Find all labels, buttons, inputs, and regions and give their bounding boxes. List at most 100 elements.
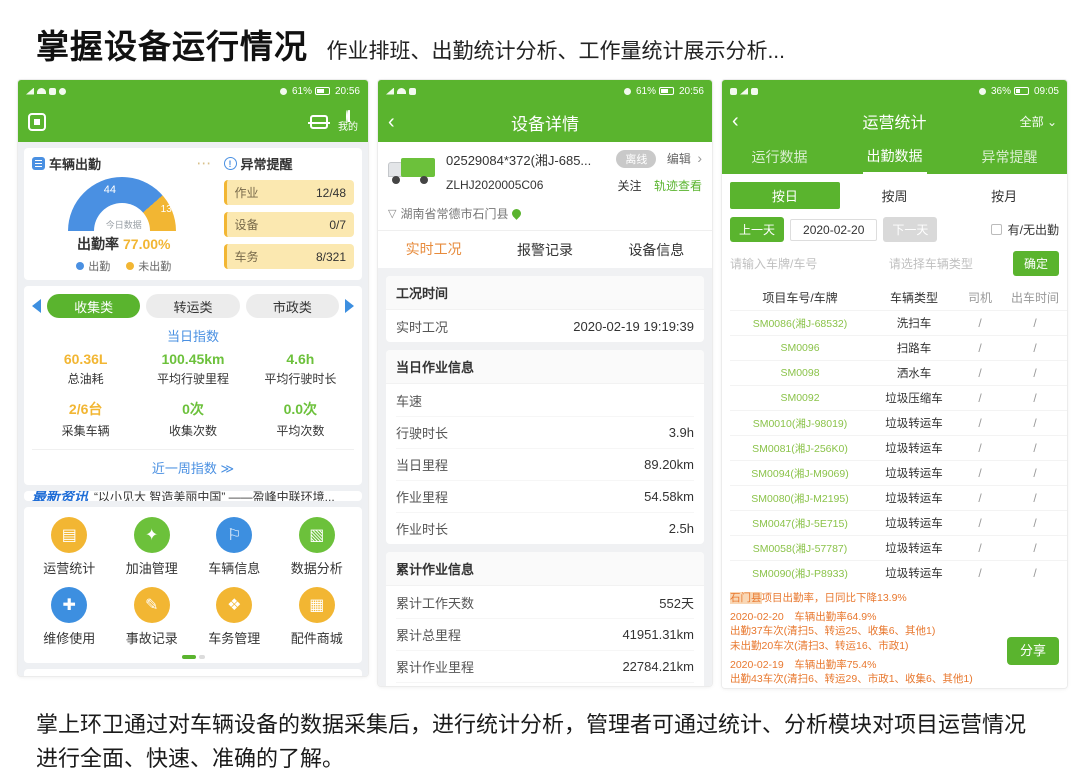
summary-line: 未出勤20车次(清扫3、转运16、市政1) bbox=[730, 639, 995, 654]
follow-button[interactable]: 关注 bbox=[618, 177, 642, 194]
edit-button[interactable]: 编辑 bbox=[667, 152, 691, 166]
vehicle-id-link[interactable]: SM0096 bbox=[730, 342, 870, 354]
phone-operation-stats: 36% 09:05 运营统计 ‹ 全部 ⌄ 运行数据 出勤数据 异常提醒 按日 … bbox=[722, 80, 1067, 688]
status-time: 09:05 bbox=[1034, 86, 1059, 97]
vehicle-id-link[interactable]: SM0090(湘J-P8933) bbox=[730, 566, 870, 581]
back-icon[interactable]: ‹ bbox=[388, 112, 395, 132]
device-location: 湖南省常德市石门县 bbox=[400, 205, 508, 222]
tab-transfer[interactable]: 转运类 bbox=[146, 294, 239, 318]
tab-realtime-status[interactable]: 实时工况 bbox=[378, 231, 489, 268]
offline-badge: 离线 bbox=[616, 150, 656, 168]
chevron-right-icon[interactable]: › bbox=[697, 150, 702, 166]
status-bar: 61% 20:56 bbox=[378, 80, 712, 102]
notice-title: 车辆信息审核 bbox=[66, 675, 237, 676]
tab-municipal[interactable]: 市政类 bbox=[246, 294, 339, 318]
device-actions: 离线 编辑 › 关注 轨迹查看 bbox=[616, 150, 702, 195]
detail-row: 实时工况2020-02-19 19:19:39 bbox=[396, 310, 694, 342]
rate-label: 出勤率 bbox=[77, 236, 119, 252]
battery-percent: 36% bbox=[991, 86, 1011, 97]
col-driver: 司机 bbox=[958, 289, 1002, 306]
app-icon: ▧ bbox=[299, 517, 335, 553]
vehicle-type-select[interactable]: 请选择车辆类型 bbox=[889, 255, 1005, 272]
vehicle-id-link[interactable]: SM0094(湘J-M9069) bbox=[730, 466, 870, 481]
alert-pill[interactable]: 设备 0/7 bbox=[224, 212, 354, 237]
more-icon[interactable]: ⋯ bbox=[196, 154, 212, 172]
wifi-icon bbox=[37, 88, 46, 94]
week-index-link[interactable]: 近一周指数 ≫ bbox=[32, 449, 354, 477]
vehicle-id-link[interactable]: SM0058(湘J-57787) bbox=[730, 541, 870, 556]
section-rows: 实时工况2020-02-19 19:19:39 bbox=[386, 310, 704, 342]
clock-icon bbox=[979, 88, 986, 95]
vehicle-id-link[interactable]: SM0081(湘J-256K0) bbox=[730, 441, 870, 456]
yellow-dot-icon bbox=[126, 262, 134, 270]
app-item[interactable]: ▤ 运营统计 bbox=[28, 517, 111, 577]
tab-alarm-records[interactable]: 报警记录 bbox=[489, 231, 600, 268]
tab-device-info[interactable]: 设备信息 bbox=[601, 231, 712, 268]
app-item[interactable]: ▦ 配件商城 bbox=[276, 587, 359, 647]
tab-attendance-data[interactable]: 出勤数据 bbox=[837, 140, 952, 174]
tab-by-month[interactable]: 按月 bbox=[949, 182, 1059, 209]
filter-row: 请输入车牌/车号 请选择车辆类型 确定 bbox=[730, 251, 1059, 276]
vehicle-id-link[interactable]: SM0047(湘J-5E715) bbox=[730, 516, 870, 531]
section-title: 累计作业信息 bbox=[386, 552, 704, 586]
date-field[interactable]: 2020-02-20 bbox=[790, 219, 877, 241]
vehicle-id-link[interactable]: SM0080(湘J-M2195) bbox=[730, 491, 870, 506]
audit-notice-bar[interactable]: ◆ 车辆信息审核 石门县项目车辆信息审核中 2020-2-19 20:53:34… bbox=[24, 669, 362, 676]
tab-by-week[interactable]: 按周 bbox=[840, 182, 950, 209]
vehicle-id-link[interactable]: SM0010(湘J-98019) bbox=[730, 416, 870, 431]
date-controls: 上一天 2020-02-20 下一天 有/无出勤 bbox=[730, 217, 1059, 242]
share-button[interactable]: 分享 bbox=[1007, 637, 1059, 665]
table-row: SM0094(湘J-M9069) 垃圾转运车 / / bbox=[730, 460, 1067, 485]
vehicle-id-link[interactable]: SM0098 bbox=[730, 367, 870, 379]
app-item[interactable]: ✚ 维修使用 bbox=[28, 587, 111, 647]
plate-input[interactable]: 请输入车牌/车号 bbox=[730, 255, 881, 272]
confirm-button[interactable]: 确定 bbox=[1013, 251, 1059, 276]
device-location-row: ▽ 湖南省常德市石门县 bbox=[378, 203, 712, 230]
phone-home-dashboard: 61% 20:56 我的 ⋯ 车 bbox=[18, 80, 368, 676]
qr-scan-icon[interactable] bbox=[28, 113, 46, 131]
app-icon: ▤ bbox=[51, 517, 87, 553]
daily-index-title: 当日指数 bbox=[32, 326, 354, 345]
track-view-link[interactable]: 轨迹查看 bbox=[654, 179, 702, 193]
app-item[interactable]: ❖ 车务管理 bbox=[193, 587, 276, 647]
legend-attended: 出勤 bbox=[76, 258, 110, 274]
news-bar[interactable]: 最新资讯 “以小见大 智造美丽中国” ——盈峰中联环境... bbox=[24, 491, 362, 501]
detail-row: 作业里程54.58km bbox=[396, 480, 694, 512]
vehicle-id-link[interactable]: SM0092 bbox=[730, 392, 870, 404]
attendance-checkbox[interactable] bbox=[991, 224, 1002, 235]
rate-value: 77.00% bbox=[123, 236, 170, 252]
vehicle-id-link[interactable]: SM0086(湘J-68532) bbox=[730, 316, 870, 331]
arrow-left-icon[interactable] bbox=[32, 299, 41, 313]
stats-nav-bar: 运营统计 ‹ 全部 ⌄ bbox=[722, 102, 1067, 140]
section-rows: 车速 行驶时长3.9h 当日里程89.20km 作业里程54.58km 作业时长… bbox=[386, 384, 704, 544]
app-icon: ▦ bbox=[299, 587, 335, 623]
table-row: SM0058(湘J-57787) 垃圾转运车 / / bbox=[730, 535, 1067, 560]
tab-abnormal-alerts[interactable]: 异常提醒 bbox=[952, 140, 1067, 174]
filter-all-dropdown[interactable]: 全部 ⌄ bbox=[1020, 113, 1057, 130]
back-icon[interactable]: ‹ bbox=[732, 111, 739, 131]
alert-circle-icon: ! bbox=[224, 157, 237, 170]
location-icon bbox=[280, 88, 287, 95]
page-subtitle: 作业排班、出勤统计分析、工作量统计展示分析... bbox=[326, 35, 785, 65]
alert-pill[interactable]: 车务 8/321 bbox=[224, 244, 354, 269]
app-item[interactable]: ⚐ 车辆信息 bbox=[193, 517, 276, 577]
arrow-right-icon[interactable] bbox=[345, 299, 354, 313]
tab-running-data[interactable]: 运行数据 bbox=[722, 140, 837, 174]
scan-frame-icon[interactable] bbox=[310, 115, 328, 129]
alert-pill[interactable]: 作业 12/48 bbox=[224, 180, 354, 205]
mine-button[interactable]: 我的 bbox=[338, 111, 358, 133]
next-day-button[interactable]: 下一天 bbox=[883, 217, 937, 242]
app-item[interactable]: ✦ 加油管理 bbox=[111, 517, 194, 577]
prev-day-button[interactable]: 上一天 bbox=[730, 217, 784, 242]
vehicle-attendance-panel: 车辆出勤 44 13 今日数据 出勤率77.00% bbox=[32, 154, 216, 274]
section-rows: 累计工作天数552天 累计总里程41951.31km 累计作业里程22784.2… bbox=[386, 586, 704, 686]
checkbox-label: 有/无出勤 bbox=[1008, 221, 1059, 238]
app-item[interactable]: ✎ 事故记录 bbox=[111, 587, 194, 647]
list-icon bbox=[32, 157, 45, 170]
battery-percent: 61% bbox=[636, 86, 656, 97]
stat-item: 0次 收集次数 bbox=[139, 399, 246, 439]
app-item[interactable]: ▧ 数据分析 bbox=[276, 517, 359, 577]
tab-collect[interactable]: 收集类 bbox=[47, 294, 140, 318]
attendance-title: 车辆出勤 bbox=[49, 154, 101, 173]
tab-by-day[interactable]: 按日 bbox=[730, 182, 840, 209]
